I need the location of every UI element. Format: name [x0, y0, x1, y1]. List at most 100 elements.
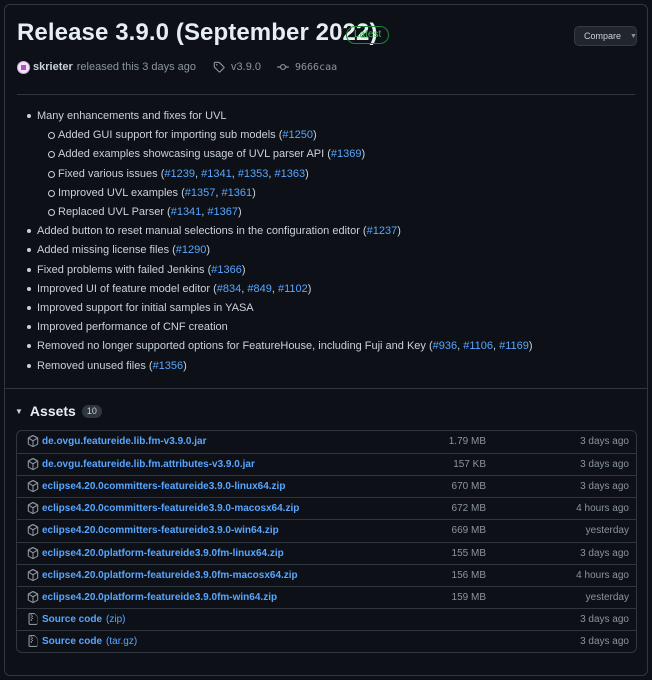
asset-link[interactable]: de.ovgu.featureide.lib.fm.attributes-v3.… [42, 459, 255, 470]
table-row: eclipse4.20.0platform-featureide3.9.0fm-… [17, 563, 636, 586]
list-item-tail: ) [238, 206, 242, 218]
issue-link[interactable]: #1369 [331, 148, 362, 160]
list-item-tail: ) [206, 244, 211, 257]
asset-format: (zip) [106, 613, 126, 625]
issue-link[interactable]: #1363 [275, 168, 306, 180]
package-icon [27, 502, 39, 515]
issue-link[interactable]: #1366 [211, 264, 242, 276]
list-item-text: Replaced UVL Parser ( [58, 206, 171, 218]
package-icon [27, 435, 39, 447]
list-item-text: Improved support for initial samples in … [37, 302, 254, 314]
table-row: de.ovgu.featureide.lib.fm-v3.9.0.jar 1.79… [17, 431, 636, 453]
list-item: Removed unused files (#1356) [27, 358, 187, 374]
asset-link[interactable]: Source code (tar.gz) [42, 636, 137, 647]
issue-link[interactable]: #1250 [282, 129, 313, 141]
divider [5, 388, 647, 389]
issue-link[interactable]: #1356 [153, 360, 184, 372]
asset-link[interactable]: Source code (zip) [42, 614, 125, 625]
asset-time: 3 days ago [580, 436, 629, 447]
issue-link[interactable]: #1237 [367, 225, 398, 237]
commit-link[interactable]: 9666caa [276, 61, 337, 73]
list-item: Removed no longer supported options for … [27, 340, 533, 353]
list-item: Added button to reset manual selections … [27, 223, 401, 239]
asset-time: 3 days ago [580, 459, 629, 471]
asset-link[interactable]: eclipse4.20.0platform-featureide3.9.0fm-… [42, 592, 277, 603]
asset-time: 4 hours ago [576, 569, 629, 581]
list-item-tail: ) [528, 340, 533, 353]
list-item-text: Added GUI support for importing sub mode… [58, 129, 283, 142]
issue-link[interactable]: #849 [247, 283, 271, 295]
table-row: eclipse4.20.0platform-featureide3.9.0fm-… [17, 541, 636, 564]
package-icon [27, 524, 39, 537]
package-icon [27, 590, 39, 603]
asset-name: eclipse4.20.0committers-featureide3.9.0-… [42, 481, 286, 493]
asset-link[interactable]: eclipse4.20.0platform-featureide3.9.0fm-… [42, 548, 284, 559]
issue-link[interactable]: #936 [433, 340, 457, 352]
asset-time: 4 hours ago [576, 503, 629, 515]
package-icon [27, 568, 39, 581]
tag-link[interactable]: v3.9.0 [213, 61, 261, 73]
issue-link[interactable]: #1290 [176, 244, 207, 256]
issue-link[interactable]: #834 [217, 283, 241, 295]
assets-list: de.ovgu.featureide.lib.fm-v3.9.0.jar 1.79… [16, 430, 637, 653]
issue-link[interactable]: #1341 [201, 168, 232, 180]
asset-size: 670 MB [451, 481, 486, 493]
issue-link[interactable]: #1353 [238, 168, 269, 180]
list-item: Improved UVL examples (#1357, #1361) [48, 186, 256, 199]
released-text: released this 3 days ago [76, 61, 197, 73]
list-item: Improved support for initial samples in … [27, 300, 254, 316]
list-item-tail: ) [305, 167, 309, 180]
asset-time: yesterday [585, 591, 629, 603]
list-item: Fixed various issues (#1239, #1341, #135… [48, 167, 309, 180]
asset-link[interactable]: de.ovgu.featureide.lib.fm-v3.9.0.jar [42, 436, 207, 447]
asset-name: eclipse4.20.0platform-featureide3.9.0fm-… [42, 569, 298, 581]
list-item-tail: ) [361, 148, 366, 161]
asset-link[interactable]: eclipse4.20.0committers-featureide3.9.0-… [42, 525, 279, 536]
issue-link[interactable]: #1341 [171, 206, 202, 218]
table-row: de.ovgu.featureide.lib.fm.attributes-v3.… [17, 453, 636, 475]
release-title[interactable]: Release 3.9.0 (September 2022) [17, 19, 378, 47]
table-row: eclipse4.20.0committers-featureide3.9.0-… [17, 497, 636, 519]
asset-size: 1.79 MB [448, 436, 486, 447]
issue-link[interactable]: #1357 [185, 187, 216, 199]
assets-toggle[interactable]: ▼ Assets 10 [15, 403, 102, 419]
list-item-tail: ) [241, 263, 246, 276]
asset-name: de.ovgu.featureide.lib.fm.attributes-v3.… [42, 459, 255, 471]
issue-link[interactable]: #1239 [164, 168, 195, 180]
author-link[interactable]: skrieter [33, 61, 73, 73]
list-item-tail: ) [307, 282, 312, 295]
assets-label: Assets [29, 403, 76, 419]
asset-link[interactable]: eclipse4.20.0platform-featureide3.9.0fm-… [42, 570, 298, 581]
issue-link[interactable]: #1169 [499, 340, 529, 352]
list-item-text: Added button to reset manual selections … [37, 225, 367, 238]
list-item-tail: ) [397, 225, 401, 238]
asset-size: 155 MB [451, 547, 486, 559]
list-item: Fixed problems with failed Jenkins (#136… [27, 262, 246, 278]
list-item-text: Removed unused files ( [37, 359, 153, 372]
list-item: Added GUI support for importing sub mode… [48, 127, 317, 143]
chevron-down-icon: ▼ [630, 32, 637, 40]
issue-link[interactable]: #1361 [221, 187, 252, 199]
asset-link[interactable]: eclipse4.20.0committers-featureide3.9.0-… [42, 503, 299, 514]
asset-link[interactable]: eclipse4.20.0committers-featureide3.9.0-… [42, 481, 285, 492]
avatar[interactable] [17, 60, 30, 74]
list-item: Improved performance of CNF creation [27, 319, 228, 335]
list-item-text: Improved UI of feature model editor ( [37, 282, 217, 295]
asset-time: 3 days ago [580, 613, 629, 625]
divider [17, 94, 635, 95]
package-icon [27, 480, 39, 493]
asset-name: eclipse4.20.0committers-featureide3.9.0-… [42, 525, 279, 537]
package-icon [27, 546, 39, 559]
list-item-text: Improved performance of CNF creation [37, 321, 228, 334]
latest-badge: Latest [346, 26, 390, 44]
issue-link[interactable]: #1102 [278, 283, 308, 295]
list-item-text: Added examples showcasing usage of UVL p… [58, 148, 331, 161]
list-item: Added examples showcasing usage of UVL p… [47, 146, 366, 162]
table-row: Source code (tar.gz) 3 days ago [17, 629, 636, 652]
file-zip-icon [28, 612, 38, 625]
tag-icon [213, 61, 225, 73]
issue-link[interactable]: #1106 [463, 340, 493, 352]
list-item-text: Many enhancements and fixes for UVL [37, 110, 227, 122]
compare-button[interactable]: Compare ▼ [574, 26, 637, 46]
issue-link[interactable]: #1367 [207, 206, 238, 218]
